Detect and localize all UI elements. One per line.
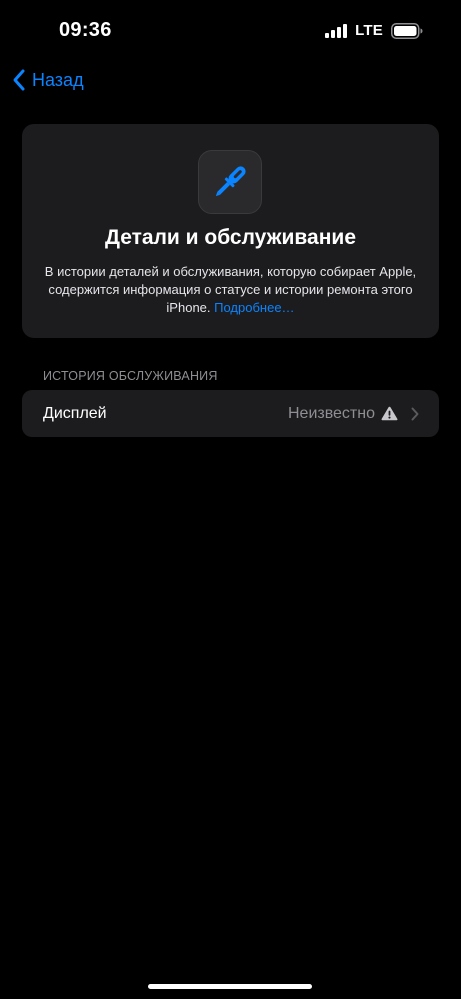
row-value: Неизвестно xyxy=(288,405,398,423)
status-indicators: LTE xyxy=(325,22,423,39)
status-bar: 09:36 LTE xyxy=(0,0,461,60)
page-title: Детали и обслуживание xyxy=(105,226,356,249)
signal-bars-icon xyxy=(325,23,348,38)
row-label: Дисплей xyxy=(43,404,107,422)
service-history-list: Дисплей Неизвестно xyxy=(22,390,439,437)
list-item-display[interactable]: Дисплей Неизвестно xyxy=(22,390,439,437)
battery-icon xyxy=(391,22,423,39)
card-description: В истории деталей и обслуживания, котору… xyxy=(42,263,419,317)
parts-service-card: Детали и обслуживание В истории деталей … xyxy=(22,124,439,338)
warning-triangle-icon xyxy=(381,406,398,421)
section-header-service-history: ИСТОРИЯ ОБСЛУЖИВАНИЯ xyxy=(43,369,218,383)
network-label: LTE xyxy=(355,22,383,39)
row-value-text: Неизвестно xyxy=(287,404,375,422)
app-icon xyxy=(198,150,262,214)
home-indicator[interactable] xyxy=(148,984,312,989)
chevron-left-icon xyxy=(13,69,25,91)
learn-more-link[interactable]: Подробнее… xyxy=(214,300,294,315)
screwdriver-icon xyxy=(215,166,246,197)
back-button[interactable]: Назад xyxy=(12,68,84,92)
chevron-right-icon xyxy=(411,407,419,421)
status-time: 09:36 xyxy=(59,19,112,41)
back-label: Назад xyxy=(32,69,84,90)
